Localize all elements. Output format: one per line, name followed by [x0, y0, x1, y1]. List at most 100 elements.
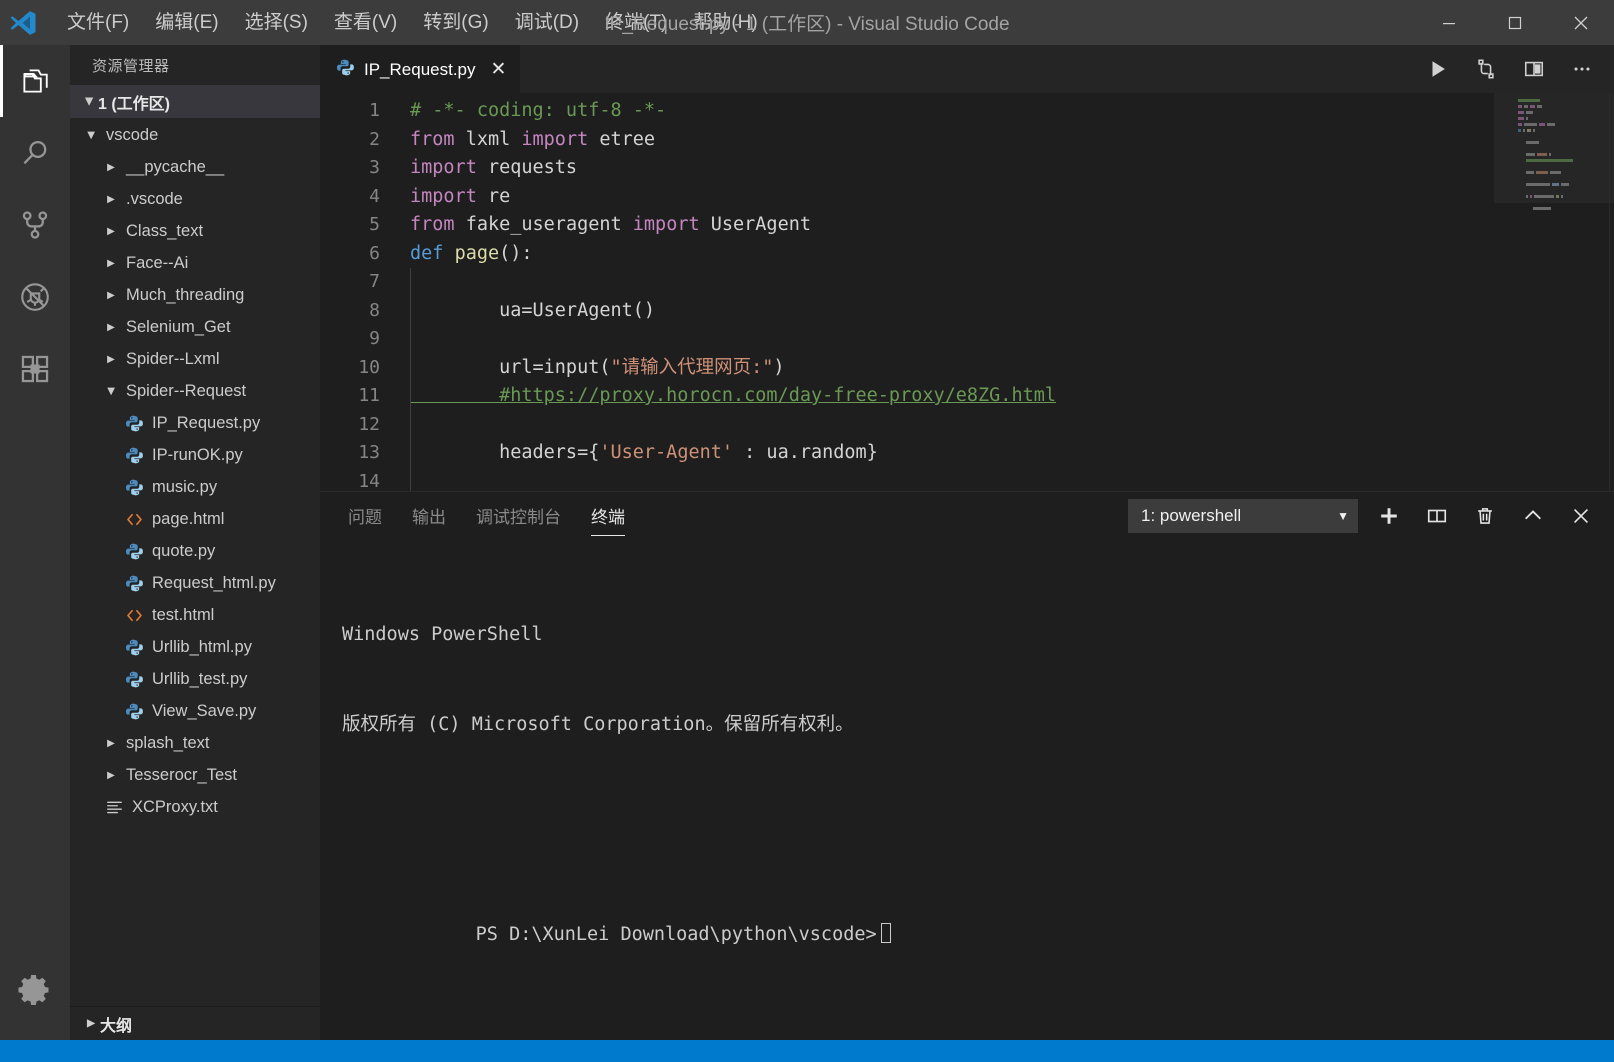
maximize-button[interactable]	[1482, 0, 1548, 45]
close-button[interactable]	[1548, 0, 1614, 45]
menu-item-debug[interactable]: 调试(D)	[502, 6, 592, 40]
tree-file-row[interactable]: View_Save.py	[70, 695, 320, 727]
tree-item-label: music.py	[152, 478, 217, 497]
tree-file-row[interactable]: test.html	[70, 599, 320, 631]
menu-item-file[interactable]: 文件(F)	[54, 6, 142, 40]
tree-item-label: splash_text	[126, 734, 209, 753]
new-terminal-icon[interactable]	[1372, 499, 1406, 533]
minimize-button[interactable]	[1416, 0, 1482, 45]
tree-file-row[interactable]: IP_Request.py	[70, 407, 320, 439]
minimap-token	[1561, 183, 1570, 186]
chevron-right-icon: ▶	[102, 322, 120, 333]
panel-tab-problems[interactable]: 问题	[348, 497, 382, 536]
code-line[interactable]: url=input("请输入代理网页:")	[394, 354, 1614, 383]
activity-explorer-icon[interactable]	[0, 45, 70, 117]
menu-item-view[interactable]: 查看(V)	[321, 6, 410, 40]
menu-item-terminal[interactable]: 终端(T)	[592, 6, 680, 40]
maximize-panel-icon[interactable]	[1516, 499, 1550, 533]
tree-folder-row[interactable]: ▶Selenium_Get	[70, 311, 320, 343]
tree-folder-row[interactable]: ▶Much_threading	[70, 279, 320, 311]
more-actions-icon[interactable]	[1564, 51, 1600, 87]
tab-close-icon[interactable]: ✕	[491, 60, 507, 79]
activity-source-control-icon[interactable]	[0, 189, 70, 261]
outline-section-header[interactable]: ▶ 大纲	[70, 1006, 320, 1040]
code-token: page	[455, 243, 500, 264]
minimap-token	[1524, 123, 1537, 126]
minimap-token	[1556, 195, 1559, 198]
workspace-root-row[interactable]: ▶ 1 (工作区)	[70, 85, 320, 118]
activity-bar	[0, 45, 70, 1040]
tree-item-label: Class_text	[126, 222, 203, 241]
panel-tab-output[interactable]: 输出	[412, 497, 446, 536]
code-line[interactable]: import requests	[394, 154, 1614, 183]
panel-tab-debug-console[interactable]: 调试控制台	[476, 497, 561, 536]
code-line[interactable]: import re	[394, 183, 1614, 212]
code-token: import	[633, 214, 700, 235]
tree-folder-row[interactable]: ▶__pycache__	[70, 151, 320, 183]
split-editor-icon[interactable]	[1516, 51, 1552, 87]
code-line[interactable]: ua=UserAgent()	[394, 297, 1614, 326]
kill-terminal-icon[interactable]	[1468, 499, 1502, 533]
code-line[interactable]: from lxml import etree	[394, 126, 1614, 155]
code-line[interactable]	[394, 468, 1614, 492]
code-line[interactable]: from fake_useragent import UserAgent	[394, 211, 1614, 240]
tab-ip-request-py[interactable]: IP_Request.py ✕	[320, 45, 520, 93]
code-line[interactable]: # -*- coding: utf-8 -*-	[394, 97, 1614, 126]
code-token: ():	[499, 243, 532, 264]
tree-folder-row[interactable]: ▶vscode	[70, 119, 320, 151]
minimap-line	[1518, 153, 1614, 157]
tree-file-row[interactable]: IP-runOK.py	[70, 439, 320, 471]
close-panel-icon[interactable]	[1564, 499, 1598, 533]
activity-settings-gear-icon[interactable]	[0, 954, 70, 1026]
line-number: 1	[320, 97, 380, 126]
menu-item-help[interactable]: 帮助(H)	[680, 6, 770, 40]
terminal-select[interactable]: 1: powershell ▼	[1128, 499, 1358, 533]
tree-file-row[interactable]: music.py	[70, 471, 320, 503]
tree-item-label: quote.py	[152, 542, 215, 561]
tree-file-row[interactable]: page.html	[70, 503, 320, 535]
tree-file-row[interactable]: Urllib_html.py	[70, 631, 320, 663]
tree-file-row[interactable]: XCProxy.txt	[70, 791, 320, 823]
run-and-debug-icon[interactable]	[1468, 51, 1504, 87]
tree-folder-row[interactable]: ▶Tesserocr_Test	[70, 759, 320, 791]
menu-item-go[interactable]: 转到(G)	[410, 6, 501, 40]
indent-guide	[410, 382, 411, 411]
code-line[interactable]	[394, 325, 1614, 354]
indent-guide	[410, 411, 411, 440]
code-line[interactable]	[394, 268, 1614, 297]
tree-folder-row[interactable]: ▶Face--Ai	[70, 247, 320, 279]
code-link[interactable]: #https://proxy.horocn.com/day-free-proxy…	[410, 385, 1056, 406]
tree-item-label: Tesserocr_Test	[126, 766, 237, 785]
code-token: url=input(	[410, 357, 610, 378]
menu-item-selection[interactable]: 选择(S)	[232, 6, 321, 40]
minimap-token	[1534, 195, 1555, 198]
code-token: )	[773, 357, 784, 378]
code-line[interactable]: #https://proxy.horocn.com/day-free-proxy…	[394, 382, 1614, 411]
activity-search-icon[interactable]	[0, 117, 70, 189]
code-content[interactable]: # -*- coding: utf-8 -*-from lxml import …	[394, 93, 1614, 491]
split-terminal-icon[interactable]	[1420, 499, 1454, 533]
editor-minimap[interactable]	[1494, 93, 1614, 491]
minimap-token	[1533, 207, 1551, 210]
tree-folder-row[interactable]: ▶splash_text	[70, 727, 320, 759]
code-editor[interactable]: 12345678910111213141516171819 # -*- codi…	[320, 93, 1614, 491]
panel-tab-terminal[interactable]: 终端	[591, 497, 625, 536]
minimap-line	[1518, 135, 1614, 139]
run-python-file-icon[interactable]	[1420, 51, 1456, 87]
sidebar-explorer: 资源管理器 ▶ 1 (工作区) ▶vscode▶__pycache__▶.vsc…	[70, 45, 320, 1040]
code-line[interactable]	[394, 411, 1614, 440]
code-token: import	[410, 186, 477, 207]
tree-folder-row[interactable]: ▶.vscode	[70, 183, 320, 215]
activity-debug-disabled-icon[interactable]	[0, 261, 70, 333]
terminal-output[interactable]: Windows PowerShell 版权所有 (C) Microsoft Co…	[320, 540, 1614, 1040]
tree-folder-row[interactable]: ▶Spider--Lxml	[70, 343, 320, 375]
tree-file-row[interactable]: Request_html.py	[70, 567, 320, 599]
menu-item-edit[interactable]: 编辑(E)	[142, 6, 231, 40]
tree-folder-row[interactable]: ▶Spider--Request	[70, 375, 320, 407]
code-line[interactable]: def page():	[394, 240, 1614, 269]
tree-file-row[interactable]: quote.py	[70, 535, 320, 567]
tree-folder-row[interactable]: ▶Class_text	[70, 215, 320, 247]
tree-file-row[interactable]: Urllib_test.py	[70, 663, 320, 695]
code-line[interactable]: headers={'User-Agent' : ua.random}	[394, 439, 1614, 468]
activity-extensions-icon[interactable]	[0, 333, 70, 405]
